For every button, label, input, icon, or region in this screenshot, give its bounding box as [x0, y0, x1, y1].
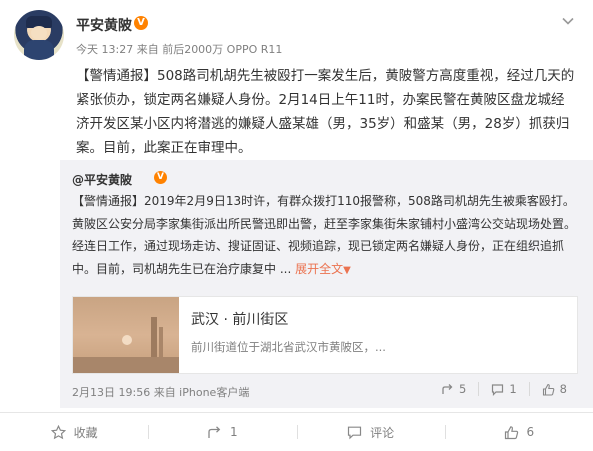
repost-button[interactable]: 1	[148, 413, 296, 451]
share-icon	[207, 425, 222, 440]
thumbnail-tower	[159, 327, 163, 357]
repost-tag: 【警情通报】	[72, 194, 145, 208]
thumbs-up-icon	[504, 425, 519, 440]
repost-block[interactable]: @平安黄陂 V 【警情通报】2019年2月9日13时许，有群众拨打110报警称，…	[60, 160, 593, 408]
weibo-post-card: 平安黄陂 V 今天 13:27 来自 前后2000万 OPPO R11 【警情通…	[0, 0, 593, 451]
verified-icon: V	[154, 171, 167, 184]
repost-body: 【警情通报】2019年2月9日13时许，有群众拨打110报警称，508路司机胡先…	[72, 190, 584, 282]
repost-count: 1	[230, 425, 238, 439]
comment-icon	[347, 425, 362, 440]
repost-comment-button[interactable]: 1	[478, 382, 528, 396]
location-link-card[interactable]: 武汉 · 前川街区 前川街道位于湖北省武汉市黄陂区，...	[72, 296, 578, 374]
username-link[interactable]: 平安黄陂	[76, 15, 132, 35]
post-tag: 【警情通报】	[76, 68, 157, 84]
expand-arrow-icon: ▼	[343, 264, 351, 276]
post-action-bar: 收藏 1 评论 6	[0, 412, 593, 451]
thumbnail-sun	[122, 335, 132, 345]
chevron-down-icon[interactable]	[561, 14, 575, 28]
repost-like-button[interactable]: 8	[528, 382, 579, 396]
repost-comment-count: 1	[509, 382, 517, 396]
share-icon	[441, 383, 454, 396]
verified-icon: V	[134, 16, 148, 30]
expand-label: 展开全文	[295, 261, 344, 276]
link-card-description: 前川街道位于湖北省武汉市黄陂区，...	[191, 340, 386, 354]
link-card-title: 武汉 · 前川街区	[191, 312, 289, 328]
favorite-button[interactable]: 收藏	[0, 413, 148, 451]
like-button[interactable]: 6	[444, 413, 593, 451]
like-count: 6	[526, 425, 535, 439]
repost-meta[interactable]: 2月13日 19:56 来自 iPhone客户端	[72, 384, 249, 400]
post-meta[interactable]: 今天 13:27 来自 前后2000万 OPPO R11	[76, 41, 282, 57]
avatar-face	[31, 26, 47, 40]
comment-label: 评论	[370, 425, 395, 440]
repost-like-count: 8	[559, 382, 567, 396]
thumbnail-ground	[73, 357, 179, 373]
user-avatar[interactable]	[14, 10, 64, 60]
favorite-label: 收藏	[73, 425, 98, 440]
avatar-body	[24, 40, 54, 60]
repost-author-link[interactable]: @平安黄陂	[72, 171, 132, 188]
repost-share-count: 5	[459, 382, 467, 396]
thumbnail-tower	[151, 317, 157, 357]
star-icon	[50, 424, 66, 440]
post-body: 【警情通报】508路司机胡先生被殴打一案发生后，黄陂警方高度重视，经过几天的紧张…	[76, 64, 576, 160]
repost-actions: 5 1 8	[429, 382, 579, 396]
link-card-thumbnail	[73, 297, 179, 373]
comment-icon	[491, 383, 504, 396]
comment-button[interactable]: 评论	[296, 413, 445, 451]
thumbs-up-icon	[542, 383, 555, 396]
expand-full-text-link[interactable]: 展开全文▼	[295, 262, 351, 276]
repost-share-button[interactable]: 5	[429, 382, 478, 396]
